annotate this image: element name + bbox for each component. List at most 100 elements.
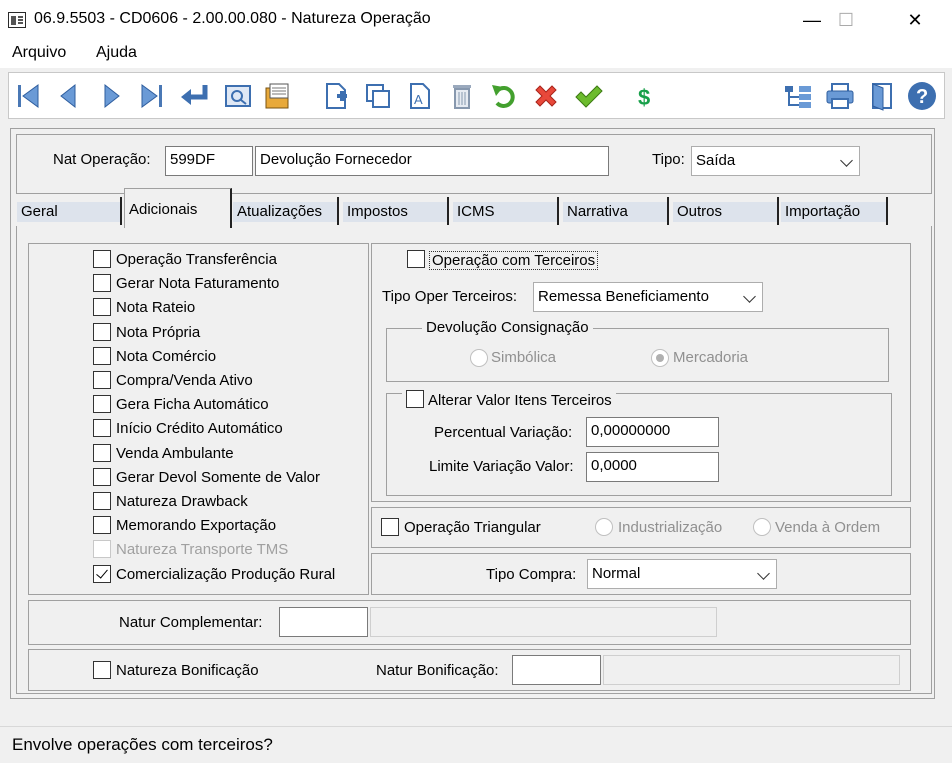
natureza-bonificacao-label: Natureza Bonificação	[116, 662, 259, 679]
print-button[interactable]	[823, 79, 857, 113]
option-label: Operação Transferência	[116, 251, 277, 268]
operacao-triangular-label: Operação Triangular	[404, 519, 541, 536]
money-icon: $	[638, 85, 650, 110]
natureza-bonificacao-checkbox[interactable]	[93, 661, 111, 679]
text-button[interactable]: A	[403, 79, 437, 113]
mercadoria-label: Mercadoria	[673, 349, 749, 366]
tipo-oper-terceiros-label: Tipo Oper Terceiros:	[382, 288, 518, 305]
help-icon: ?	[908, 82, 936, 110]
nat-operacao-label: Nat Operação:	[53, 151, 151, 168]
option-checkbox[interactable]	[93, 565, 111, 583]
simbolica-label: Simbólica	[491, 349, 557, 366]
option-label: Compra/Venda Ativo	[116, 372, 253, 389]
natur-bonificacao-label: Natur Bonificação:	[376, 662, 499, 679]
option-checkbox[interactable]	[93, 492, 111, 510]
tab-adicionais[interactable]: Adicionais	[124, 188, 232, 228]
alterar-valor-checkbox[interactable]	[406, 390, 424, 408]
tipo-compra-label: Tipo Compra:	[486, 566, 577, 583]
option-checkbox[interactable]	[93, 468, 111, 486]
option-label: Gera Ficha Automático	[116, 396, 269, 413]
option-label: Venda Ambulante	[116, 445, 234, 462]
window-title: 06.9.5503 - CD0606 - 2.00.00.080 - Natur…	[34, 10, 431, 27]
delete-icon	[453, 85, 471, 109]
toolbar: A $ ?	[8, 72, 945, 119]
natur-bonificacao-desc-field	[603, 655, 900, 685]
status-bar: Envolve operações com terceiros?	[0, 726, 952, 763]
next-icon	[104, 83, 120, 109]
confirm-button[interactable]	[571, 79, 605, 113]
option-label: Comercialização Produção Rural	[116, 566, 336, 583]
simbolica-radio[interactable]	[470, 349, 488, 367]
limite-variacao-field[interactable]: 0,0000	[586, 452, 719, 482]
option-checkbox[interactable]	[93, 347, 111, 365]
nat-operacao-code-field[interactable]: 599DF	[165, 146, 253, 176]
natur-complementar-field[interactable]	[279, 607, 368, 637]
help-button[interactable]: ?	[905, 79, 939, 113]
option-label: Nota Rateio	[116, 299, 196, 316]
next-record-button[interactable]	[95, 79, 129, 113]
tipo-compra-select[interactable]: Normal	[587, 559, 777, 589]
tipo-oper-terceiros-value: Remessa Beneficiamento	[538, 288, 709, 305]
percentual-variacao-field[interactable]: 0,00000000	[586, 417, 719, 447]
preview-icon	[225, 85, 251, 107]
alterar-valor-label: Alterar Valor Itens Terceiros	[428, 392, 612, 409]
option-checkbox[interactable]	[93, 298, 111, 316]
venda-ordem-radio[interactable]	[753, 518, 771, 536]
catalog-button[interactable]	[261, 79, 295, 113]
percentual-variacao-label: Percentual Variação:	[434, 424, 573, 441]
money-button[interactable]: $	[627, 79, 661, 113]
undo-icon	[492, 85, 515, 108]
tab-narrativa-label: Narrativa	[567, 203, 628, 220]
tree-button[interactable]	[781, 79, 815, 113]
option-label: Gerar Nota Faturamento	[116, 275, 280, 292]
exit-button[interactable]	[865, 79, 899, 113]
option-checkbox[interactable]	[93, 371, 111, 389]
operacao-terceiros-checkbox[interactable]	[407, 250, 425, 268]
prev-record-button[interactable]	[51, 79, 85, 113]
tab-impostos-label: Impostos	[347, 203, 408, 220]
venda-ordem-label: Venda à Ordem	[775, 519, 881, 536]
copy-button[interactable]	[361, 79, 395, 113]
maximize-button[interactable]: ☐	[826, 8, 866, 32]
nat-operacao-desc-field[interactable]: Devolução Fornecedor	[255, 146, 609, 176]
tab-atualizacoes[interactable]: Atualizações	[233, 197, 339, 225]
goto-button[interactable]	[177, 79, 211, 113]
industrializacao-radio[interactable]	[595, 518, 613, 536]
cancel-button[interactable]	[529, 79, 563, 113]
delete-button[interactable]	[445, 79, 479, 113]
option-checkbox[interactable]	[93, 419, 111, 437]
cancel-icon	[535, 85, 557, 107]
tipo-oper-terceiros-select[interactable]: Remessa Beneficiamento	[533, 282, 763, 312]
tab-outros[interactable]: Outros	[673, 197, 779, 225]
devolucao-consignacao-group	[386, 328, 889, 382]
enter-icon	[181, 85, 208, 105]
option-checkbox[interactable]	[93, 444, 111, 462]
option-checkbox[interactable]	[93, 250, 111, 268]
tab-narrativa[interactable]: Narrativa	[563, 197, 669, 225]
tab-impostos[interactable]: Impostos	[343, 197, 449, 225]
close-button[interactable]: ✕	[895, 8, 935, 32]
option-checkbox[interactable]	[93, 516, 111, 534]
operacao-triangular-checkbox[interactable]	[381, 518, 399, 536]
tab-icms[interactable]: ICMS	[453, 197, 559, 225]
tipo-label: Tipo:	[652, 151, 685, 168]
prev-icon	[60, 83, 76, 109]
option-checkbox[interactable]	[93, 395, 111, 413]
option-checkbox[interactable]	[93, 274, 111, 292]
undo-button[interactable]	[487, 79, 521, 113]
option-checkbox[interactable]	[93, 323, 111, 341]
preview-button[interactable]	[221, 79, 255, 113]
tipo-select[interactable]: Saída	[691, 146, 860, 176]
menu-arquivo[interactable]: Arquivo	[12, 44, 66, 62]
tab-adicionais-label: Adicionais	[129, 201, 198, 218]
first-record-button[interactable]	[11, 79, 45, 113]
natur-bonificacao-field[interactable]	[512, 655, 601, 685]
tab-importacao[interactable]: Importação	[781, 197, 888, 225]
menu-bar: Arquivo Ajuda	[0, 40, 952, 68]
tab-geral[interactable]: Geral	[17, 197, 122, 225]
new-button[interactable]	[319, 79, 353, 113]
menu-ajuda[interactable]: Ajuda	[96, 44, 137, 62]
option-label: Início Crédito Automático	[116, 420, 283, 437]
last-record-button[interactable]	[135, 79, 169, 113]
mercadoria-radio[interactable]	[651, 349, 669, 367]
